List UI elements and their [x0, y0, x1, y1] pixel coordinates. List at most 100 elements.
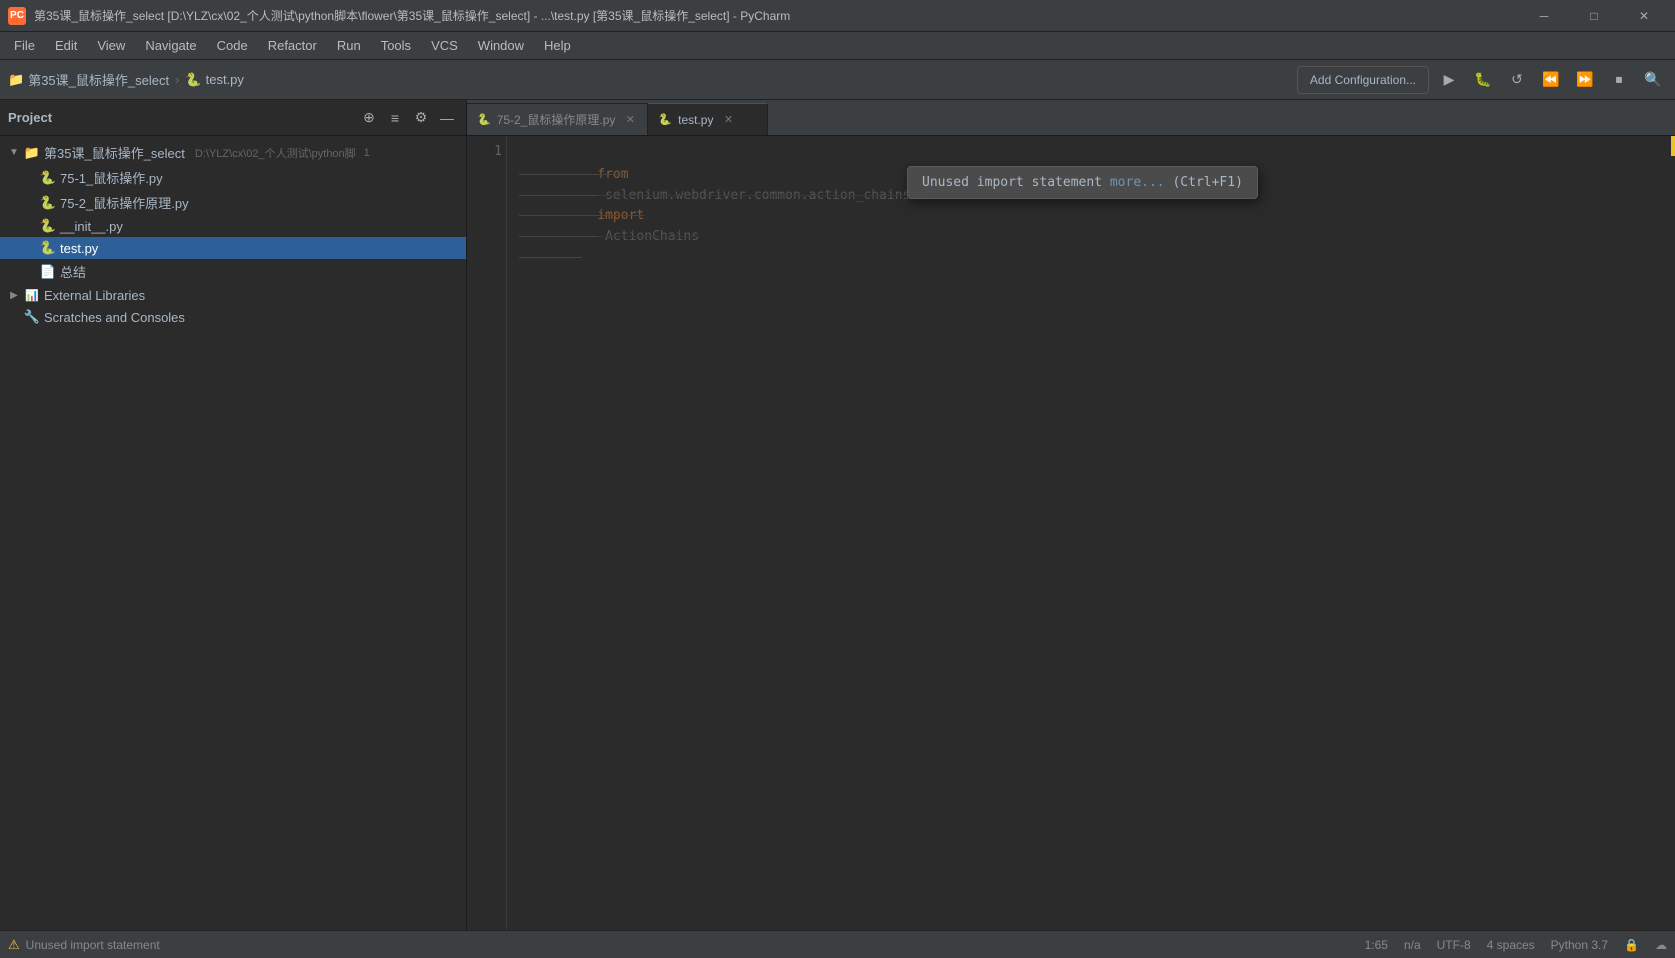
tree-arrow-75-2	[24, 197, 36, 209]
title-bar: PC 第35课_鼠标操作_select [D:\YLZ\cx\02_个人测试\p…	[0, 0, 1675, 32]
tree-label-summary: 总结	[60, 262, 86, 281]
python-icon: 🐍	[185, 72, 201, 88]
locate-file-button[interactable]: ⊕	[358, 107, 380, 129]
tree-arrow-summary	[24, 266, 36, 278]
tree-label-75-1: 75-1_鼠标操作.py	[60, 168, 163, 187]
refresh-button[interactable]: ↺	[1503, 66, 1531, 94]
warning-icon: ⚠	[8, 937, 20, 953]
file-icon-summary: 📄	[40, 264, 56, 280]
tree-path-root: D:\YLZ\cx\02_个人测试\python脚	[195, 145, 356, 161]
collapse-sidebar-button[interactable]: —	[436, 107, 458, 129]
tree-label-75-2: 75-2_鼠标操作原理.py	[60, 193, 189, 212]
tree-label-scratches: Scratches and Consoles	[44, 310, 185, 325]
python-file-icon-test: 🐍	[40, 240, 56, 256]
line-numbers: 1	[467, 136, 507, 930]
menu-view[interactable]: View	[87, 34, 135, 57]
tree-label-test: test.py	[60, 241, 98, 256]
folder-icon: 📁	[8, 72, 24, 88]
status-warning-text: Unused import statement	[26, 938, 160, 952]
tree-item-75-1[interactable]: 🐍 75-1_鼠标操作.py	[0, 165, 466, 190]
stop-button[interactable]: ⏹	[1605, 66, 1633, 94]
cloud-icon: ☁	[1655, 938, 1667, 952]
menu-bar: File Edit View Navigate Code Refactor Ru…	[0, 32, 1675, 60]
status-indent[interactable]: 4 spaces	[1487, 938, 1535, 952]
menu-run[interactable]: Run	[327, 34, 371, 57]
code-line-1: from selenium.webdriver.common.action_ch…	[519, 144, 1663, 269]
menu-file[interactable]: File	[4, 34, 45, 57]
status-encoding[interactable]: UTF-8	[1437, 938, 1471, 952]
status-python-version[interactable]: Python 3.7	[1551, 938, 1608, 952]
library-icon: 📊	[24, 287, 40, 303]
status-position[interactable]: 1:65	[1365, 938, 1388, 952]
menu-window[interactable]: Window	[468, 34, 534, 57]
editor-content: 1 from selenium.webdriver.common.action_…	[467, 136, 1675, 930]
tab-75-2[interactable]: 🐍 75-2_鼠标操作原理.py ✕	[467, 103, 648, 135]
maximize-button[interactable]: □	[1571, 0, 1617, 32]
debug-button[interactable]: 🐛	[1469, 66, 1497, 94]
tree-arrow-scratches	[8, 311, 20, 323]
menu-help[interactable]: Help	[534, 34, 581, 57]
python-file-icon-75-1: 🐍	[40, 170, 56, 186]
python-file-icon-75-2: 🐍	[40, 195, 56, 211]
tree-item-scratches[interactable]: 🔧 Scratches and Consoles	[0, 306, 466, 328]
close-button[interactable]: ✕	[1621, 0, 1667, 32]
status-warning: ⚠ Unused import statement	[8, 937, 160, 953]
tree-linenum-root: 1	[364, 147, 370, 159]
tree-arrow-ext-libs: ▶	[8, 289, 20, 301]
tooltip-text: Unused import statement	[922, 175, 1102, 190]
settings-button[interactable]: ⚙	[410, 107, 432, 129]
tree-arrow-root: ▼	[8, 147, 20, 159]
window-title: 第35课_鼠标操作_select [D:\YLZ\cx\02_个人测试\pyth…	[34, 7, 1513, 24]
menu-vcs[interactable]: VCS	[421, 34, 468, 57]
file-name[interactable]: test.py	[206, 72, 244, 87]
tree-arrow-test	[24, 242, 36, 254]
sidebar: Project ⊕ ≡ ⚙ — ▼ 📁 第35课_鼠标操作_select D:\…	[0, 100, 467, 930]
menu-refactor[interactable]: Refactor	[258, 34, 327, 57]
tab-label-test: test.py	[678, 113, 713, 127]
run-button[interactable]: ▶	[1435, 66, 1463, 94]
tab-label-75-2: 75-2_鼠标操作原理.py	[497, 111, 616, 128]
sidebar-tree: ▼ 📁 第35课_鼠标操作_select D:\YLZ\cx\02_个人测试\p…	[0, 136, 466, 930]
tab-close-test[interactable]: ✕	[721, 113, 735, 127]
search-everywhere-button[interactable]: 🔍	[1639, 66, 1667, 94]
menu-navigate[interactable]: Navigate	[135, 34, 206, 57]
tree-label-ext-libs: External Libraries	[44, 288, 145, 303]
menu-edit[interactable]: Edit	[45, 34, 87, 57]
menu-code[interactable]: Code	[207, 34, 258, 57]
expand-all-button[interactable]: ≡	[384, 107, 406, 129]
tree-item-75-2[interactable]: 🐍 75-2_鼠标操作原理.py	[0, 190, 466, 215]
sidebar-header: Project ⊕ ≡ ⚙ —	[0, 100, 466, 136]
code-area[interactable]: from selenium.webdriver.common.action_ch…	[507, 136, 1675, 930]
sidebar-title: Project	[8, 110, 354, 125]
tab-test[interactable]: 🐍 test.py ✕	[648, 103, 768, 135]
folder-icon-root: 📁	[24, 145, 40, 161]
menu-tools[interactable]: Tools	[371, 34, 421, 57]
forward-button[interactable]: ⏩	[1571, 66, 1599, 94]
tree-item-summary[interactable]: 📄 总结	[0, 259, 466, 284]
tree-label-root: 第35课_鼠标操作_select	[44, 143, 185, 162]
add-configuration-button[interactable]: Add Configuration...	[1297, 66, 1429, 94]
app-icon: PC	[8, 7, 26, 25]
toolbar: 📁 第35课_鼠标操作_select › 🐍 test.py Add Confi…	[0, 60, 1675, 100]
back-button[interactable]: ⏪	[1537, 66, 1565, 94]
breadcrumb: 📁 第35课_鼠标操作_select › 🐍 test.py	[8, 70, 244, 89]
tree-arrow-init	[24, 220, 36, 232]
tree-item-ext-libs[interactable]: ▶ 📊 External Libraries	[0, 284, 466, 306]
window-controls: ─ □ ✕	[1521, 0, 1667, 32]
tooltip-more-link[interactable]: more...	[1110, 175, 1165, 190]
tooltip-shortcut: (Ctrl+F1)	[1172, 175, 1242, 190]
project-name[interactable]: 第35课_鼠标操作_select	[28, 70, 169, 89]
scratch-icon: 🔧	[24, 309, 40, 325]
status-selection[interactable]: n/a	[1404, 938, 1421, 952]
tab-close-75-2[interactable]: ✕	[623, 113, 637, 127]
tooltip: Unused import statement more... (Ctrl+F1…	[907, 166, 1258, 199]
tab-icon-test: 🐍	[658, 113, 672, 126]
minimize-button[interactable]: ─	[1521, 0, 1567, 32]
tree-item-test[interactable]: 🐍 test.py	[0, 237, 466, 259]
breadcrumb-separator: ›	[175, 72, 179, 87]
tab-icon-75-2: 🐍	[477, 113, 491, 126]
tree-item-root[interactable]: ▼ 📁 第35课_鼠标操作_select D:\YLZ\cx\02_个人测试\p…	[0, 140, 466, 165]
tree-arrow-75-1	[24, 172, 36, 184]
python-file-icon-init: 🐍	[40, 218, 56, 234]
tree-item-init[interactable]: 🐍 __init__.py	[0, 215, 466, 237]
